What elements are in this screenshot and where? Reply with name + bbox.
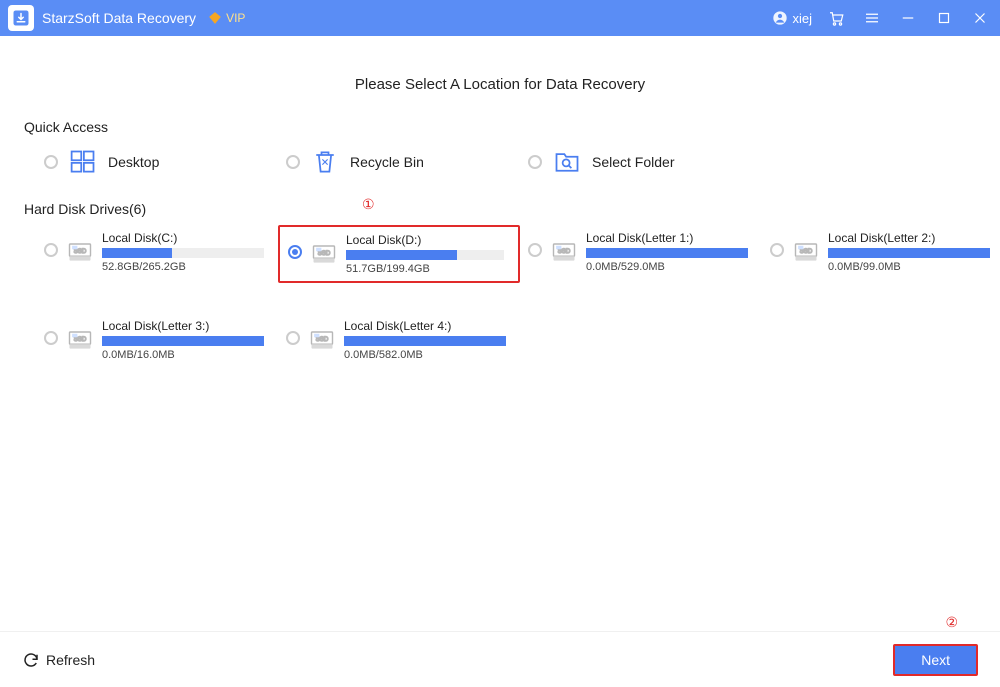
ssd-drive-icon: SSD xyxy=(550,237,578,265)
quick-access-recycle-bin[interactable]: Recycle Bin xyxy=(286,147,528,177)
diamond-icon xyxy=(208,11,222,25)
drive-item[interactable]: SSD Local Disk(Letter 4:) 0.0MB/582.0MB xyxy=(278,313,520,367)
refresh-icon xyxy=(22,651,40,669)
windows-desktop-icon xyxy=(68,147,98,177)
ssd-drive-icon: SSD xyxy=(310,239,338,267)
drive-stats: 0.0MB/582.0MB xyxy=(344,349,506,361)
app-logo xyxy=(8,5,34,31)
drive-name: Local Disk(C:) xyxy=(102,231,264,245)
radio-button[interactable] xyxy=(528,155,542,169)
usage-bar xyxy=(828,248,990,258)
ssd-drive-icon: SSD xyxy=(66,325,94,353)
drive-stats: 0.0MB/16.0MB xyxy=(102,349,264,361)
close-button[interactable] xyxy=(968,6,992,30)
radio-button[interactable] xyxy=(286,155,300,169)
drive-item[interactable]: SSD Local Disk(Letter 1:) 0.0MB/529.0MB xyxy=(520,225,762,283)
quick-access-label: Desktop xyxy=(108,154,159,170)
folder-search-icon xyxy=(552,147,582,177)
vip-badge: VIP xyxy=(208,11,245,25)
annotation-marker-1: ① xyxy=(362,196,375,213)
drive-name: Local Disk(Letter 3:) xyxy=(102,319,264,333)
quick-access-row: Desktop Recycle Bin Select Folder xyxy=(24,147,976,177)
cart-icon xyxy=(827,9,845,27)
next-label: Next xyxy=(921,652,950,668)
quick-access-desktop[interactable]: Desktop xyxy=(44,147,286,177)
vip-label: VIP xyxy=(226,11,245,25)
drive-item[interactable]: SSD Local Disk(Letter 3:) 0.0MB/16.0MB xyxy=(36,313,278,367)
close-icon xyxy=(971,9,989,27)
drive-item[interactable]: SSD Local Disk(C:) 52.8GB/265.2GB xyxy=(36,225,278,283)
radio-button[interactable] xyxy=(44,155,58,169)
refresh-button[interactable]: Refresh xyxy=(22,651,95,669)
refresh-label: Refresh xyxy=(46,652,95,668)
drive-name: Local Disk(Letter 1:) xyxy=(586,231,748,245)
next-button[interactable]: Next xyxy=(893,644,978,676)
titlebar: StarzSoft Data Recovery VIP xiej xyxy=(0,0,1000,36)
drive-stats: 51.7GB/199.4GB xyxy=(346,263,504,275)
download-icon xyxy=(12,9,30,27)
quick-access-label: Recycle Bin xyxy=(350,154,424,170)
page-heading: Please Select A Location for Data Recove… xyxy=(24,76,976,93)
drives-grid: SSD Local Disk(C:) 52.8GB/265.2GB SSD Local … xyxy=(24,225,976,367)
usage-bar xyxy=(102,336,264,346)
radio-button[interactable] xyxy=(770,243,784,257)
radio-button[interactable] xyxy=(288,245,302,259)
user-icon xyxy=(772,10,788,26)
radio-button[interactable] xyxy=(44,331,58,345)
drive-name: Local Disk(D:) xyxy=(346,233,504,247)
usage-bar xyxy=(346,250,504,260)
maximize-button[interactable] xyxy=(932,6,956,30)
usage-bar xyxy=(586,248,748,258)
user-menu[interactable]: xiej xyxy=(772,10,812,26)
quick-access-label: Quick Access xyxy=(24,119,976,135)
main-content: Please Select A Location for Data Recove… xyxy=(0,36,1000,631)
ssd-drive-icon: SSD xyxy=(66,237,94,265)
usage-bar xyxy=(102,248,264,258)
annotation-marker-2: ② xyxy=(945,614,958,631)
username: xiej xyxy=(792,11,812,26)
drive-item[interactable]: SSD Local Disk(D:) 51.7GB/199.4GB xyxy=(278,225,520,283)
maximize-icon xyxy=(935,9,953,27)
drive-stats: 0.0MB/99.0MB xyxy=(828,261,990,273)
ssd-drive-icon: SSD xyxy=(792,237,820,265)
quick-access-label: Select Folder xyxy=(592,154,674,170)
drive-name: Local Disk(Letter 2:) xyxy=(828,231,990,245)
usage-bar xyxy=(344,336,506,346)
quick-access-select-folder[interactable]: Select Folder xyxy=(528,147,770,177)
radio-button[interactable] xyxy=(286,331,300,345)
drive-item[interactable]: SSD Local Disk(Letter 2:) 0.0MB/99.0MB xyxy=(762,225,1000,283)
ssd-drive-icon: SSD xyxy=(308,325,336,353)
drive-stats: 52.8GB/265.2GB xyxy=(102,261,264,273)
minimize-icon xyxy=(899,9,917,27)
hamburger-icon xyxy=(863,9,881,27)
drive-stats: 0.0MB/529.0MB xyxy=(586,261,748,273)
radio-button[interactable] xyxy=(528,243,542,257)
drive-name: Local Disk(Letter 4:) xyxy=(344,319,506,333)
footer: Refresh ② Next xyxy=(0,631,1000,687)
recycle-bin-icon xyxy=(310,147,340,177)
drives-section-label: Hard Disk Drives(6) xyxy=(24,201,146,217)
app-title: StarzSoft Data Recovery xyxy=(42,10,196,26)
minimize-button[interactable] xyxy=(896,6,920,30)
cart-button[interactable] xyxy=(824,6,848,30)
radio-button[interactable] xyxy=(44,243,58,257)
menu-button[interactable] xyxy=(860,6,884,30)
